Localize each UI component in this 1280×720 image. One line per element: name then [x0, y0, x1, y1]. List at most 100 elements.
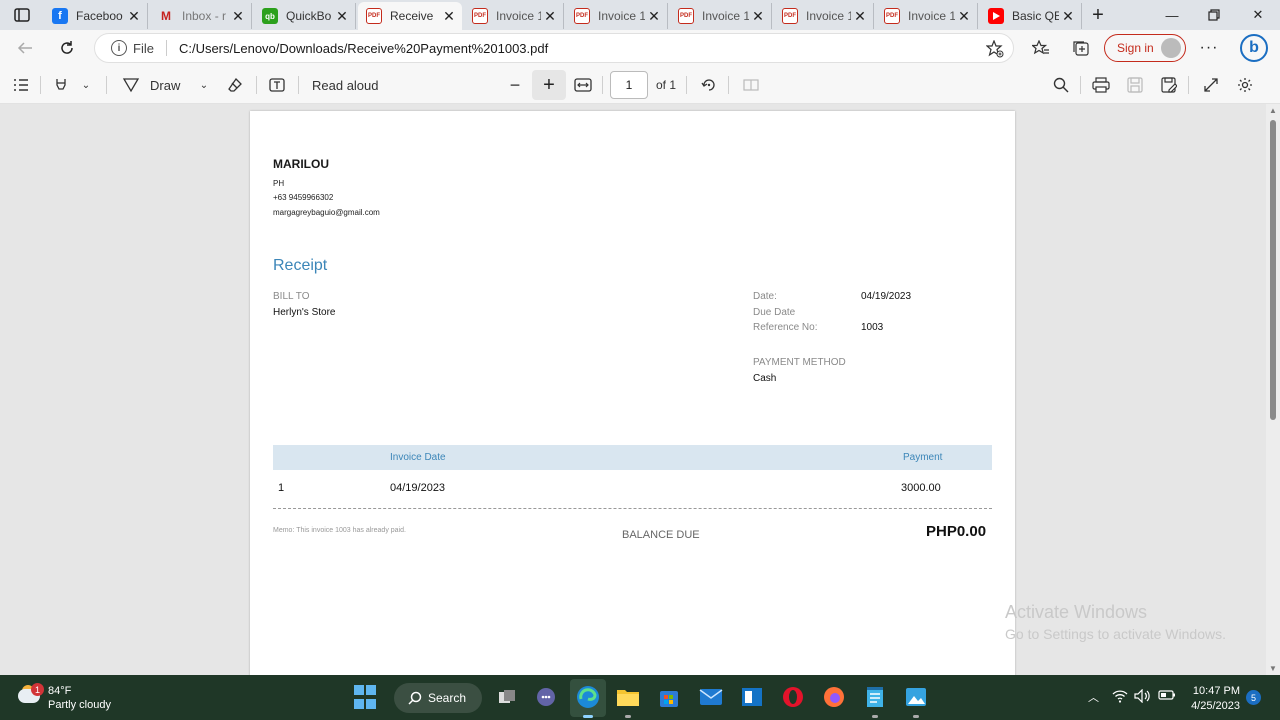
news-app-icon[interactable] [739, 684, 765, 710]
save-as-icon[interactable] [1158, 74, 1180, 96]
divider [256, 76, 257, 94]
chevron-down-icon[interactable]: ⌄ [78, 74, 94, 96]
edge-browser-icon[interactable] [575, 684, 601, 710]
start-button[interactable] [352, 684, 378, 710]
close-icon[interactable]: ✕ [645, 7, 663, 25]
taskbar-search[interactable]: Search [394, 683, 482, 713]
more-options-icon[interactable]: ··· [1196, 36, 1222, 60]
tab-invoice[interactable]: PDF Invoice 1 ✕ [464, 3, 564, 29]
divider [602, 76, 603, 94]
new-tab-button[interactable]: + [1086, 4, 1110, 26]
tab-gmail[interactable]: M Inbox - r ✕ [150, 3, 252, 29]
restore-button[interactable] [1194, 4, 1234, 26]
close-icon[interactable]: ✕ [440, 7, 458, 25]
add-favorite-icon[interactable] [985, 40, 1005, 58]
tab-facebook[interactable]: f Faceboo ✕ [44, 3, 148, 29]
print-icon[interactable] [1090, 74, 1112, 96]
battery-icon[interactable] [1158, 689, 1176, 704]
fit-to-width-icon[interactable] [572, 74, 594, 96]
tab-invoice[interactable]: PDF Invoice 1 ✕ [670, 3, 772, 29]
company-email: margagreybaguio@gmail.com [273, 208, 380, 217]
info-icon[interactable]: i [111, 40, 127, 56]
tab-invoice[interactable]: PDF Invoice 1 ✕ [774, 3, 874, 29]
scroll-up-icon[interactable]: ▲ [1269, 106, 1277, 115]
close-icon[interactable]: ✕ [851, 7, 869, 25]
date-label: Date: [753, 291, 777, 302]
divider [298, 76, 299, 94]
zoom-out-button[interactable]: − [505, 74, 525, 96]
close-icon[interactable]: ✕ [1059, 7, 1077, 25]
task-view-icon[interactable] [494, 684, 520, 710]
contents-icon[interactable] [10, 74, 32, 96]
highlight-icon[interactable] [50, 74, 72, 96]
collections-icon[interactable] [1068, 36, 1094, 60]
page-view-icon[interactable] [740, 74, 762, 96]
tab-receive-active[interactable]: PDF Receive ✕ [358, 2, 462, 30]
address-bar-row: i File C:/Users/Lenovo/Downloads/Receive… [0, 30, 1280, 66]
back-button[interactable] [12, 36, 38, 60]
draw-button[interactable]: Draw [122, 74, 184, 96]
divider [728, 76, 729, 94]
page-number-input[interactable]: 1 [610, 71, 648, 99]
wifi-icon[interactable] [1112, 689, 1128, 706]
tab-quickbooks[interactable]: qb QuickBo ✕ [254, 3, 356, 29]
file-explorer-icon[interactable] [615, 684, 641, 710]
mail-icon[interactable] [698, 684, 724, 710]
pdf-viewer[interactable]: MARILOU PH +63 9459966302 margagreybagui… [0, 104, 1280, 675]
photos-app-icon[interactable] [903, 684, 929, 710]
firefox-browser-icon[interactable] [821, 684, 847, 710]
text-box-icon[interactable] [266, 74, 288, 96]
tab-invoice[interactable]: PDF Invoice 1 ✕ [566, 3, 668, 29]
settings-gear-icon[interactable] [1234, 74, 1256, 96]
tab-actions-menu-icon[interactable] [10, 6, 34, 24]
zoom-in-button[interactable]: + [532, 70, 566, 100]
volume-icon[interactable] [1134, 688, 1152, 706]
close-window-button[interactable]: ✕ [1238, 4, 1278, 26]
scroll-down-icon[interactable]: ▼ [1269, 664, 1277, 673]
close-icon[interactable]: ✕ [749, 7, 767, 25]
date-value: 04/19/2023 [861, 291, 912, 302]
full-screen-icon[interactable] [1200, 74, 1222, 96]
system-clock[interactable]: 10:47 PM 4/25/2023 [1186, 684, 1240, 714]
search-icon[interactable] [1050, 74, 1072, 96]
pdf-icon: PDF [884, 8, 900, 24]
close-icon[interactable]: ✕ [125, 7, 143, 25]
bill-to-label: BILL TO [273, 291, 310, 302]
running-indicator [872, 715, 878, 718]
sign-in-button[interactable]: Sign in [1104, 34, 1186, 62]
chevron-down-icon[interactable]: ⌄ [196, 74, 212, 96]
address-bar[interactable]: i File C:/Users/Lenovo/Downloads/Receive… [94, 33, 1014, 63]
teams-chat-icon[interactable] [533, 684, 559, 710]
tab-label: Invoice 1 [496, 9, 541, 23]
tab-invoice[interactable]: PDF Invoice 1 ✕ [876, 3, 978, 29]
favorites-icon[interactable] [1028, 36, 1054, 60]
bing-copilot-icon[interactable]: b [1240, 34, 1268, 62]
show-hidden-icons-chevron-icon[interactable]: ︿ [1088, 689, 1099, 705]
close-icon[interactable]: ✕ [955, 7, 973, 25]
close-icon[interactable]: ✕ [333, 7, 351, 25]
tab-youtube[interactable]: Basic QE ✕ [980, 3, 1082, 29]
company-phone: +63 9459966302 [273, 193, 334, 202]
company-country: PH [273, 179, 285, 188]
weather-widget[interactable]: 1 84°F Partly cloudy [18, 683, 158, 713]
opera-browser-icon[interactable] [780, 684, 806, 710]
read-aloud-label: Read aloud [312, 77, 379, 93]
scrollbar-thumb[interactable] [1270, 120, 1276, 420]
payment-method-label: PAYMENT METHOD [753, 357, 846, 368]
save-icon[interactable] [1124, 74, 1146, 96]
vertical-scrollbar[interactable]: ▲ ▼ [1266, 104, 1280, 675]
pdf-icon: PDF [782, 8, 798, 24]
close-icon[interactable]: ✕ [541, 7, 559, 25]
url-text[interactable]: C:/Users/Lenovo/Downloads/Receive%20Paym… [179, 41, 548, 56]
close-icon[interactable]: ✕ [229, 7, 247, 25]
divider [40, 76, 41, 94]
microsoft-store-icon[interactable] [656, 684, 682, 710]
notification-badge[interactable]: 5 [1246, 690, 1261, 705]
minimize-button[interactable]: — [1152, 4, 1192, 26]
weather-badge: 1 [31, 683, 44, 696]
rotate-icon[interactable] [698, 74, 720, 96]
notepad-icon[interactable] [862, 684, 888, 710]
eraser-icon[interactable] [224, 74, 246, 96]
refresh-button[interactable] [54, 36, 80, 60]
read-aloud-button[interactable]: Read aloud [312, 74, 392, 96]
